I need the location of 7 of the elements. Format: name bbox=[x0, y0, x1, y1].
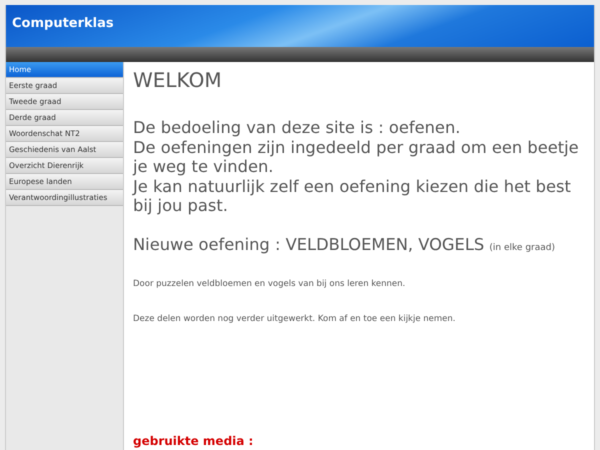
media-heading: gebruikte media : bbox=[133, 434, 254, 448]
news-text: Nieuwe oefening : VELDBLOEMEN, VOGELS (in elke graad) bbox=[133, 234, 556, 254]
body-text: Deze delen worden nog verder uitgewerkt. Kom af en toe een kijkje nemen. bbox=[133, 314, 456, 324]
site-title: Computerklas bbox=[12, 16, 114, 31]
page-heading: WELKOM bbox=[133, 68, 223, 92]
intro-text: De bedoeling van deze site is : oefenen. De oefeningen zijn ingedeeld per graad om een beetje je weg te vinden. Je kan natuurlijk zelf een oefening kiezen die het best bij jou past. bbox=[133, 118, 580, 216]
body-text: Door puzzelen veldbloemen en vogels van bij ons leren kennen. bbox=[133, 278, 406, 288]
